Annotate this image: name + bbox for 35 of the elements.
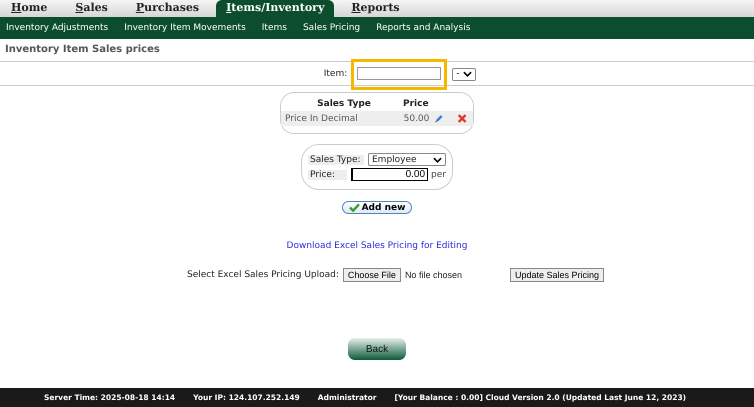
pencil-icon[interactable] <box>434 113 445 124</box>
delete-icon[interactable] <box>456 113 467 124</box>
per-label: per <box>431 170 446 180</box>
price-label: Price: <box>308 170 348 180</box>
nav-tab[interactable]: Sales <box>68 0 119 17</box>
column-header: Price <box>403 99 430 109</box>
item-field[interactable] <box>357 67 442 80</box>
nav-tab[interactable]: Items/Inventory <box>216 0 334 17</box>
table-cell-text: 50.00 <box>402 114 430 124</box>
nav-tab[interactable]: Home <box>4 0 58 17</box>
nav-tab[interactable]: Purchases <box>128 0 210 17</box>
table-cell-text: Price In Decimal <box>285 114 359 124</box>
download-link[interactable]: Download Excel Sales Pricing for Editing <box>286 241 468 251</box>
chevron-icon <box>463 71 472 77</box>
price-field[interactable]: 0.00 <box>351 168 428 181</box>
item-dropdown[interactable]: - <box>452 68 476 80</box>
sub-nav-link[interactable]: Items <box>262 23 287 33</box>
page-title: Inventory Item Sales prices <box>0 39 754 62</box>
nav-tab[interactable]: Reports <box>344 0 411 17</box>
chevron-icon <box>433 156 442 162</box>
checkmark-icon <box>348 203 360 212</box>
item-label: Item: <box>324 69 348 79</box>
sub-nav-link[interactable]: Sales Pricing <box>302 23 360 33</box>
sub-nav-link[interactable]: Inventory Item Movements <box>124 23 246 33</box>
add-new-button[interactable]: Add new <box>342 201 412 214</box>
sub-nav-link[interactable]: Reports and Analysis <box>376 23 470 33</box>
update-sales-pricing-button[interactable]: Update Sales Pricing <box>510 268 604 282</box>
file-status: No file chosen <box>404 270 462 280</box>
sub-nav-link[interactable]: Inventory Adjustments <box>6 23 108 33</box>
choose-file-button[interactable]: Choose File <box>342 268 401 282</box>
sales-type-label: Sales Type: <box>308 154 364 164</box>
upload-label: Select Excel Sales Pricing Upload: <box>187 270 339 280</box>
sales-type-dropdown[interactable]: Employee <box>368 153 446 166</box>
back-button[interactable]: Back <box>348 338 406 360</box>
column-header: Sales Type <box>316 99 372 109</box>
